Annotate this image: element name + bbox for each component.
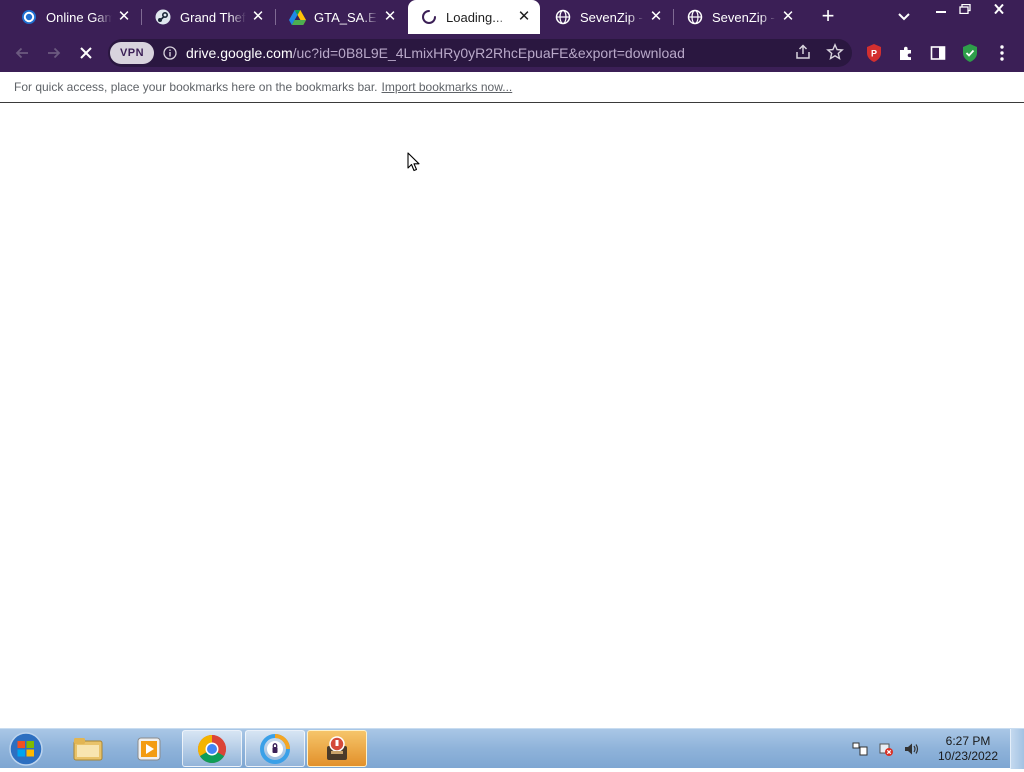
url-path: /uc?id=0B8L9E_4LmixHRy0yR2RhcEpuaFE&expo… [292,45,685,61]
chrome-icon [198,734,226,763]
url-host: drive.google.com [186,45,293,61]
tab-sevenzip-1[interactable]: SevenZip - U ✕ [542,0,672,34]
back-button[interactable] [10,41,34,65]
vpn-app-icon [260,733,290,764]
tab-title: Online Game [46,9,112,25]
green-shield-icon [963,44,977,62]
clock-time: 6:27 PM [945,734,991,748]
tab-close-button[interactable]: ✕ [116,9,132,25]
tab-loading-active[interactable]: Loading... ✕ [408,0,540,34]
tab-title: Grand Theft [180,9,246,25]
tab-gta-sa-exe[interactable]: GTA_SA.EXE ✕ [276,0,406,34]
extensions-button[interactable] [895,42,917,64]
windows-taskbar: 6:27 PM 10/23/2022 [0,728,1024,769]
taskbar-installer[interactable] [307,730,367,767]
tab-strip: Online Game ✕ Grand Theft ✕ GTA_SA.EXE ✕… [0,0,1024,34]
extension-badge-text: P [871,49,877,59]
installer-icon [327,735,347,760]
clock-date: 10/23/2022 [937,749,999,763]
tab-title: Loading... [446,9,504,25]
url-text[interactable]: drive.google.com/uc?id=0B8L9E_4LmixHRy0y… [186,45,685,61]
stop-icon [80,47,92,59]
vpn-extension-button[interactable] [959,42,981,64]
taskbar-file-explorer[interactable] [58,730,118,767]
tab-grand-theft[interactable]: Grand Theft ✕ [142,0,274,34]
forward-arrow-icon [48,47,61,59]
browser-toolbar: VPN drive.google.com/uc?id=0B8L9E_4LmixH… [0,34,1024,72]
chevron-down-icon [898,13,910,21]
tab-online-games[interactable]: Online Game ✕ [8,0,140,34]
bookmarks-hint: For quick access, place your bookmarks h… [14,80,378,94]
globe-icon [686,8,704,26]
tab-title: SevenZip - U [712,9,776,25]
back-arrow-icon [15,47,28,59]
mouse-cursor-icon [407,152,421,177]
taskbar-media-player[interactable] [120,730,180,767]
taskbar-vpn-app[interactable] [245,730,305,767]
loading-spinner-icon [420,8,438,26]
address-bar[interactable]: VPN drive.google.com/uc?id=0B8L9E_4LmixH… [108,39,852,67]
minimize-icon [936,11,946,13]
close-window-button[interactable] [976,0,1022,18]
forward-button[interactable] [42,41,66,65]
vpn-badge[interactable]: VPN [110,42,154,64]
tab-search-button[interactable] [894,8,914,26]
shield-extension-icon: P [867,44,881,62]
page-content [0,103,1024,728]
site-info-icon[interactable] [162,45,178,61]
steam-icon [154,8,172,26]
tab-sevenzip-2[interactable]: SevenZip - U ✕ [674,0,804,34]
stop-loading-button[interactable] [74,41,98,65]
tab-close-button[interactable]: ✕ [516,9,532,25]
network-error-icon[interactable] [876,739,896,759]
show-desktop-button[interactable] [1010,729,1024,769]
tab-close-button[interactable]: ✕ [382,9,398,25]
globe-icon [554,8,572,26]
tab-close-button[interactable]: ✕ [250,9,266,25]
extension-p-button[interactable]: P [863,42,885,64]
kebab-menu-icon [1000,45,1004,61]
bookmarks-bar: For quick access, place your bookmarks h… [0,72,1024,103]
share-icon[interactable] [794,43,812,66]
windows-logo-icon [9,732,43,766]
side-panel-icon [930,46,946,60]
tab-title: GTA_SA.EXE [314,9,378,25]
google-drive-icon [288,8,306,26]
bookmark-star-icon[interactable] [826,43,844,66]
minimize-button[interactable] [928,0,954,18]
volume-icon[interactable] [902,739,922,759]
tab-close-button[interactable]: ✕ [648,9,664,25]
tab-close-button[interactable]: ✕ [780,9,796,25]
browser-menu-button[interactable] [991,42,1013,64]
puzzle-icon [900,46,911,60]
side-panel-button[interactable] [927,42,949,64]
new-tab-button[interactable]: + [816,5,840,29]
restore-icon [959,4,971,14]
system-clock[interactable]: 6:27 PM 10/23/2022 [930,734,1006,764]
start-button[interactable] [6,731,46,767]
action-center-icon[interactable] [850,739,870,759]
folder-icon [73,737,103,760]
system-tray: 6:27 PM 10/23/2022 [844,729,1024,769]
import-bookmarks-link[interactable]: Import bookmarks now... [382,80,513,94]
taskbar-chrome[interactable] [182,730,242,767]
restore-button[interactable] [952,0,978,18]
online-games-icon [20,8,38,26]
tab-title: SevenZip - U [580,9,644,25]
media-player-icon [137,737,161,760]
close-icon [994,4,1004,14]
